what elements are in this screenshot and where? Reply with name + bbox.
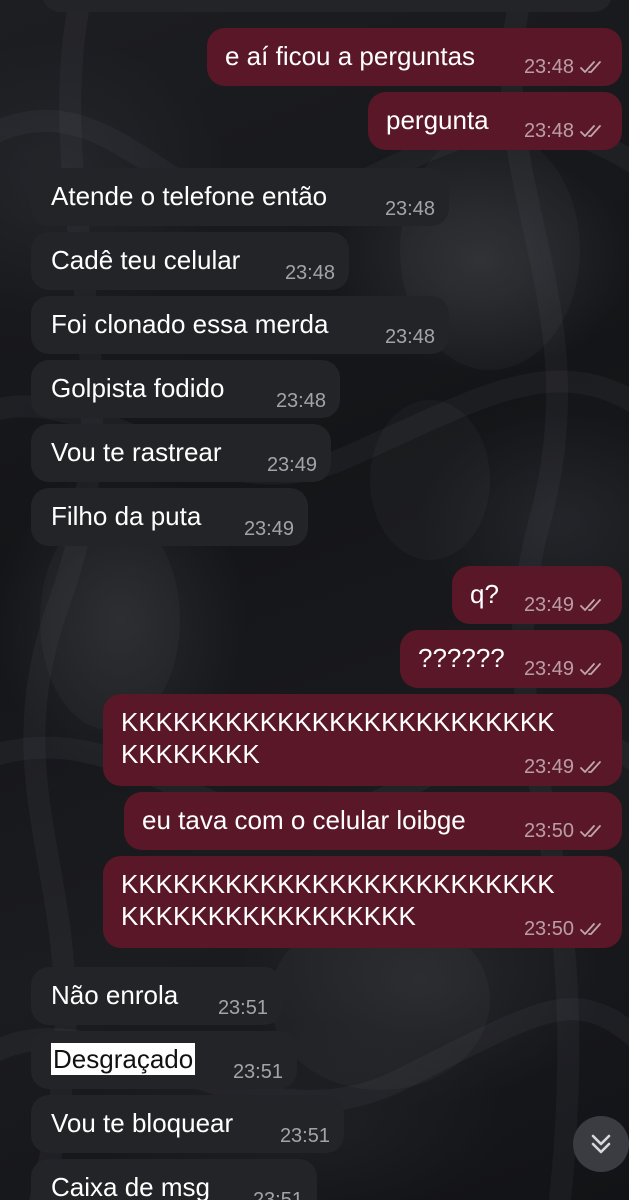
message-outgoing[interactable]: e aí ficou a perguntas 23:48 [207, 28, 622, 86]
message-outgoing[interactable]: KKKKKKKKKKKKKKKKKKKKKKKKK KKKKKKKKKKKKKK… [103, 856, 622, 948]
message-incoming[interactable]: Filho da puta 23:49 [31, 488, 308, 546]
message-text: KKKKKKKKKKKKKKKKKKKKKKKKK KKKKKKKK [121, 707, 555, 769]
message-incoming[interactable]: Foi clonado essa merda 23:48 [31, 296, 449, 354]
message-incoming[interactable]: Vou te rastrear 23:49 [31, 424, 331, 482]
message-text: q? [470, 579, 499, 609]
message-text: Golpista fodido [51, 373, 225, 403]
message-time: 23:49 [523, 594, 574, 616]
message-time: 23:49 [266, 454, 317, 476]
message-incoming[interactable]: Vou te bloquear 23:51 [31, 1095, 344, 1153]
scroll-to-bottom-button[interactable] [573, 1116, 629, 1172]
message-time: 23:49 [243, 518, 294, 540]
message-text: pergunta [386, 105, 489, 135]
message-time: 23:48 [523, 120, 574, 142]
message-time: 23:51 [232, 1061, 283, 1083]
double-check-icon [580, 663, 601, 675]
message-text: Caixa de msg [51, 1172, 210, 1200]
message-outgoing[interactable]: KKKKKKKKKKKKKKKKKKKKKKKKK KKKKKKKK 23:49 [103, 694, 622, 786]
message-text: Vou te rastrear [51, 437, 222, 467]
message-outgoing[interactable]: ?????? 23:49 [400, 630, 622, 688]
message-incoming[interactable]: Não enrola 23:51 [31, 967, 282, 1025]
double-check-icon [580, 825, 601, 837]
message-text: Vou te bloquear [51, 1108, 234, 1138]
message-time: 23:49 [523, 756, 574, 778]
message-text: KKKKKKKKKKKKKKKKKKKKKKKKK KKKKKKKKKKKKKK… [121, 869, 555, 931]
double-check-icon [580, 923, 601, 935]
previous-message-bubble[interactable] [42, 0, 612, 12]
double-check-icon [580, 61, 601, 73]
message-time: 23:48 [284, 262, 335, 284]
double-check-icon [580, 125, 601, 137]
message-incoming[interactable]: Desgraçado 23:51 [31, 1031, 297, 1089]
message-text: ?????? [418, 643, 505, 673]
message-time: 23:49 [523, 658, 574, 680]
message-time: 23:50 [523, 918, 574, 940]
message-incoming[interactable]: Caixa de msg 23:51 [31, 1159, 317, 1200]
message-text: eu tava com o celular loibge [142, 805, 466, 835]
message-outgoing[interactable]: pergunta 23:48 [368, 92, 622, 150]
chat-view: e aí ficou a perguntas 23:48 pergunta 23… [0, 0, 629, 1200]
message-time: 23:51 [279, 1125, 330, 1147]
message-text: Não enrola [51, 980, 179, 1010]
double-check-icon [580, 599, 601, 611]
message-text: Cadê teu celular [51, 245, 241, 275]
message-text: Atende o telefone então [51, 181, 328, 211]
message-outgoing[interactable]: eu tava com o celular loibge 23:50 [124, 792, 622, 850]
message-text: e aí ficou a perguntas [225, 41, 476, 71]
message-outgoing[interactable]: q? 23:49 [452, 566, 622, 624]
message-time: 23:48 [523, 56, 574, 78]
message-time: 23:50 [523, 820, 574, 842]
message-time: 23:51 [252, 1189, 303, 1200]
message-text: Foi clonado essa merda [51, 309, 329, 339]
message-incoming[interactable]: Golpista fodido 23:48 [31, 360, 340, 418]
message-text: Filho da puta [51, 501, 202, 531]
double-check-icon [580, 761, 601, 773]
message-incoming[interactable]: Atende o telefone então 23:48 [31, 168, 449, 226]
selected-message-text: Desgraçado [51, 1043, 196, 1075]
message-time: 23:51 [217, 997, 268, 1019]
message-time: 23:48 [275, 390, 326, 412]
message-time: 23:48 [384, 198, 435, 220]
chevron-double-down-icon [591, 1134, 611, 1154]
message-time: 23:48 [384, 326, 435, 348]
message-incoming[interactable]: Cadê teu celular 23:48 [31, 232, 349, 290]
